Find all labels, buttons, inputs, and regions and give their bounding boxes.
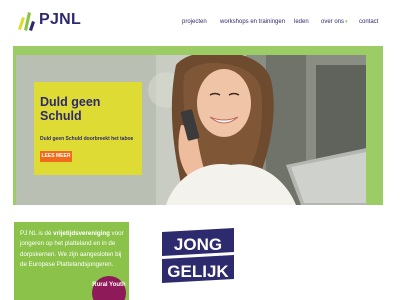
intro-lead: PJ NL is dé [20,230,54,237]
hero-title: Duld geen Schuld [40,95,101,123]
hero-green-frame-right [366,46,383,226]
page: PJNL projecten workshops en trainingen l… [0,0,400,300]
rural-youth-text: Rural Youth [92,282,126,288]
nav-item-over-ons[interactable]: over ons▾ [321,19,348,25]
intro-text: PJ NL is dé vrijetijdsvereniging voor jo… [20,229,126,270]
nav-item-over-ons-label: over ons [321,19,345,25]
hero-subtitle: Duld geen Schuld doorbreekt het taboe [40,136,134,142]
rural-youth-logo[interactable]: Rural Youth [92,276,126,300]
chevron-down-icon: ▾ [345,19,348,25]
main-nav: projecten workshops en trainingen leden … [0,19,400,31]
intro-highlight[interactable]: vrijetijdsvereniging [53,230,110,237]
nav-item-leden[interactable]: leden [294,19,309,25]
read-more-button[interactable]: LEES MEER [40,151,72,162]
jong-gelijk-word-1: JONG [174,235,222,254]
nav-item-projecten[interactable]: projecten [182,19,207,25]
hero-card: Duld geen Schuld Duld geen Schuld doorbr… [34,82,142,175]
nav-item-contact[interactable]: contact [359,19,378,25]
jong-gelijk-logo[interactable]: JONG GELIJK [162,228,238,300]
intro-box: PJ NL is dé vrijetijdsvereniging voor jo… [14,222,129,300]
nav-item-workshops[interactable]: workshops en trainingen [220,19,285,25]
site-header: PJNL projecten workshops en trainingen l… [0,0,400,46]
jong-gelijk-word-2: GELIJK [167,262,229,281]
